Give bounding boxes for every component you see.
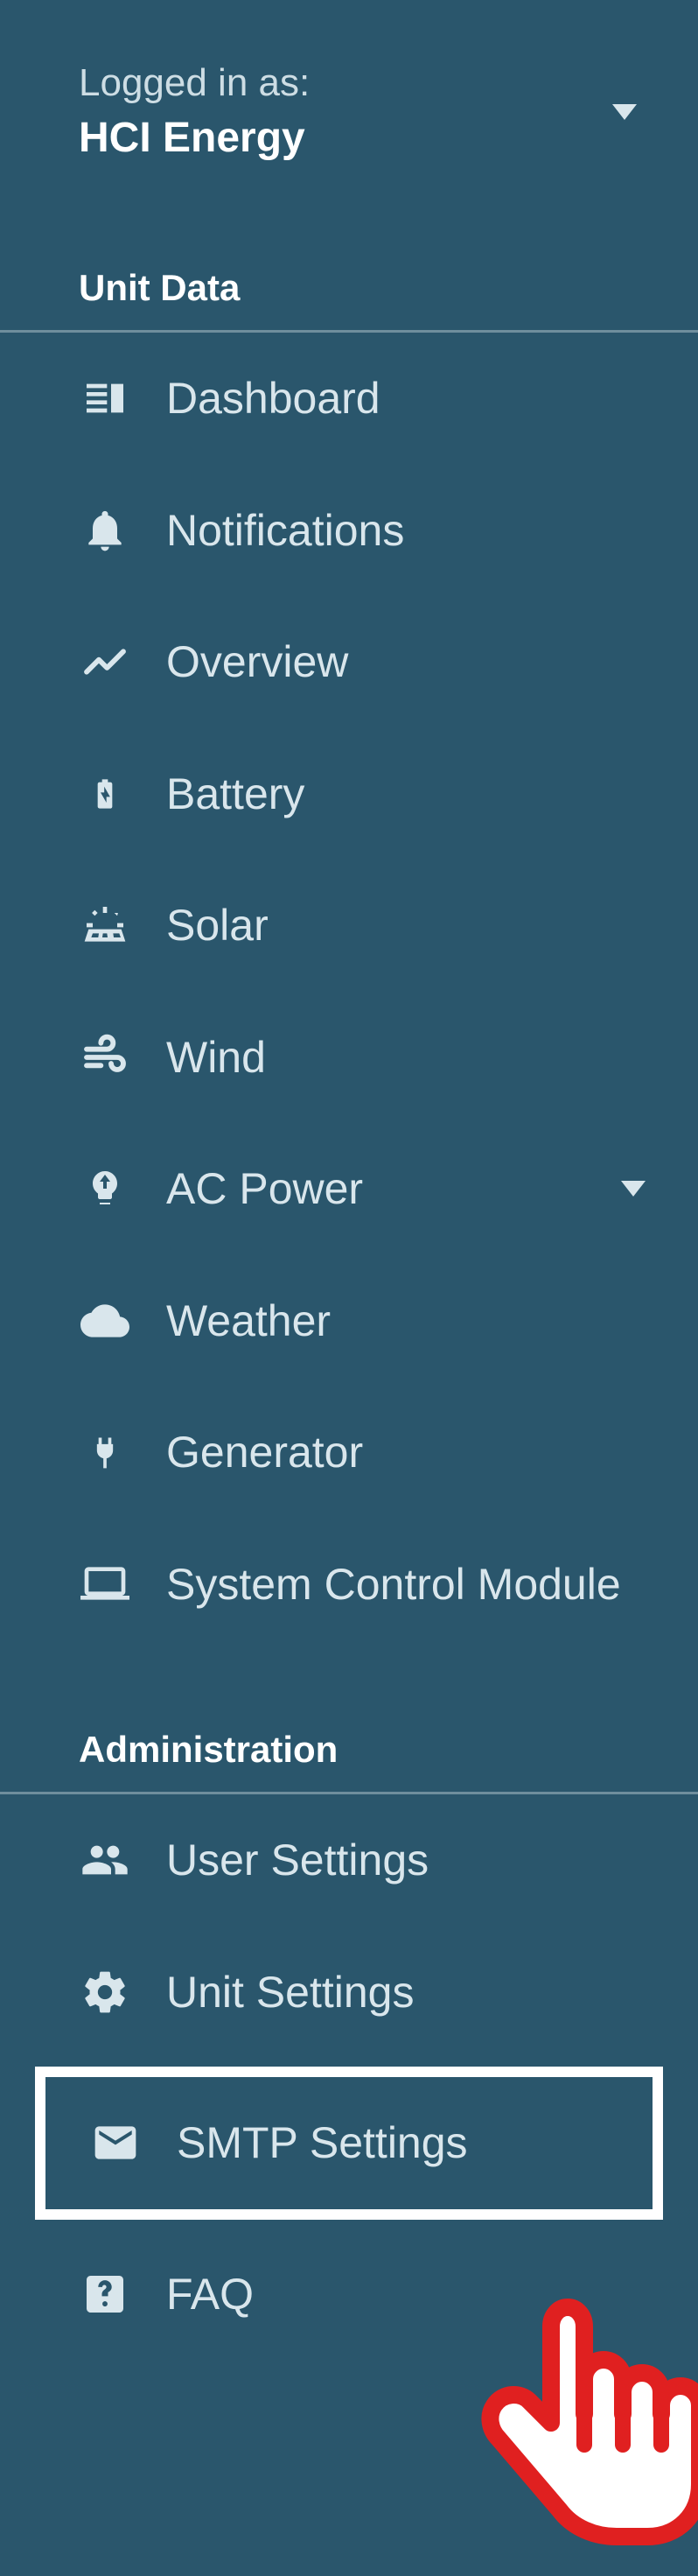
plug-icon bbox=[79, 1426, 131, 1478]
sidebar-item-faq[interactable]: FAQ bbox=[0, 2229, 698, 2361]
sidebar-item-wind[interactable]: Wind bbox=[0, 992, 698, 1124]
section-header-unit-data: Unit Data bbox=[0, 188, 698, 333]
sidebar-item-label: AC Power bbox=[166, 1162, 586, 1217]
sidebar-item-notifications[interactable]: Notifications bbox=[0, 465, 698, 597]
sidebar-item-label: FAQ bbox=[166, 2267, 646, 2322]
laptop-icon bbox=[79, 1557, 131, 1610]
sidebar-item-label: SMTP Settings bbox=[177, 2116, 635, 2171]
sidebar-item-label: Dashboard bbox=[166, 371, 646, 426]
sidebar-item-label: Unit Settings bbox=[166, 1965, 646, 2020]
wind-icon bbox=[79, 1031, 131, 1084]
sidebar-item-label: Battery bbox=[166, 767, 646, 822]
sidebar-item-label: Overview bbox=[166, 635, 646, 690]
sidebar-item-user-settings[interactable]: User Settings bbox=[0, 1794, 698, 1927]
sidebar-item-weather[interactable]: Weather bbox=[0, 1255, 698, 1387]
gear-icon bbox=[79, 1966, 131, 2018]
sidebar-item-label: User Settings bbox=[166, 1833, 646, 1888]
sidebar-item-label: Weather bbox=[166, 1294, 646, 1349]
bell-icon bbox=[79, 504, 131, 557]
sidebar-item-battery[interactable]: Battery bbox=[0, 728, 698, 860]
logged-in-label: Logged in as: bbox=[79, 61, 310, 105]
sidebar-item-generator[interactable]: Generator bbox=[0, 1386, 698, 1519]
account-text: Logged in as: HCI Energy bbox=[79, 61, 310, 162]
lightbulb-icon bbox=[79, 1162, 131, 1215]
sidebar-item-label: Solar bbox=[166, 898, 646, 953]
section-header-administration: Administration bbox=[0, 1650, 698, 1794]
sidebar-item-ac-power[interactable]: AC Power bbox=[0, 1123, 698, 1255]
battery-icon bbox=[79, 768, 131, 820]
account-dropdown[interactable]: Logged in as: HCI Energy bbox=[0, 0, 698, 188]
sidebar-item-smtp-settings[interactable]: SMTP Settings bbox=[45, 2077, 653, 2209]
chevron-down-icon bbox=[612, 104, 637, 120]
sidebar-item-label: Generator bbox=[166, 1425, 646, 1480]
chart-line-icon bbox=[79, 635, 131, 688]
sidebar-item-solar[interactable]: Solar bbox=[0, 860, 698, 992]
sidebar-item-dashboard[interactable]: Dashboard bbox=[0, 333, 698, 465]
sidebar: Logged in as: HCI Energy Unit Data Dashb… bbox=[0, 0, 698, 2576]
cloud-icon bbox=[79, 1295, 131, 1347]
sidebar-item-overview[interactable]: Overview bbox=[0, 596, 698, 728]
chevron-down-icon bbox=[621, 1181, 646, 1197]
sidebar-item-label: Notifications bbox=[166, 503, 646, 558]
mail-icon bbox=[89, 2116, 142, 2169]
sidebar-item-label: System Control Module bbox=[166, 1557, 646, 1612]
dashboard-icon bbox=[79, 372, 131, 425]
users-icon bbox=[79, 1834, 131, 1886]
help-icon bbox=[79, 2268, 131, 2320]
sidebar-item-scm[interactable]: System Control Module bbox=[0, 1519, 698, 1651]
sidebar-item-label: Wind bbox=[166, 1030, 646, 1085]
solar-icon bbox=[79, 899, 131, 951]
org-name: HCI Energy bbox=[79, 114, 310, 162]
highlight-box: SMTP Settings bbox=[35, 2067, 663, 2220]
sidebar-item-unit-settings[interactable]: Unit Settings bbox=[0, 1927, 698, 2059]
